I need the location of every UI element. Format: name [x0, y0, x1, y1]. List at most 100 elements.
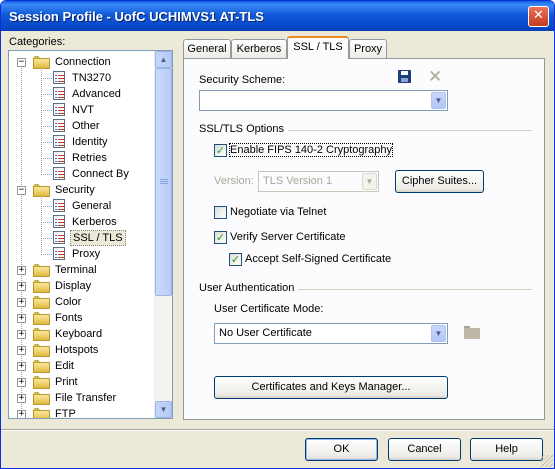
tab-general[interactable]: General [183, 39, 231, 58]
folder-icon [33, 280, 50, 293]
verify-server-checkbox[interactable]: ✓ [214, 231, 227, 244]
tree-item-file-transfer[interactable]: + File Transfer [9, 390, 155, 406]
tree-item-color[interactable]: + Color [9, 294, 155, 310]
chevron-down-icon[interactable]: ▼ [431, 92, 446, 109]
expand-icon[interactable]: + [17, 362, 26, 371]
version-select[interactable]: TLS Version 1 ▼ [258, 171, 379, 192]
page-bullet [55, 222, 57, 223]
expand-icon[interactable]: + [17, 394, 26, 403]
tree-item-fonts[interactable]: + Fonts [9, 310, 155, 326]
tree-connector [41, 142, 53, 143]
page-line [58, 241, 64, 242]
expand-icon[interactable]: + [17, 346, 26, 355]
help-button[interactable]: Help [470, 438, 543, 461]
security-scheme-select[interactable]: ▼ [199, 90, 448, 111]
expand-icon[interactable]: + [17, 298, 26, 307]
expand-icon[interactable]: + [17, 266, 26, 275]
settings-page-icon [53, 167, 65, 180]
expand-icon[interactable]: + [17, 378, 26, 387]
tree-item-proxy[interactable]: Proxy [9, 246, 155, 262]
tree-scrollbar[interactable]: ▲ ▼ [154, 51, 172, 418]
tree-item-other[interactable]: Other [9, 118, 155, 134]
scroll-up-button[interactable]: ▲ [155, 51, 172, 68]
collapse-icon[interactable]: − [17, 58, 26, 67]
folder-icon [33, 296, 50, 309]
folder-body [33, 362, 50, 373]
page-line [58, 158, 64, 159]
tree-connector [41, 174, 53, 175]
tree-item-label: Terminal [55, 264, 97, 276]
page-line [58, 78, 64, 79]
expand-icon[interactable]: + [17, 410, 26, 418]
tree-item-hotspots[interactable]: + Hotspots [9, 342, 155, 358]
chevron-down-icon[interactable]: ▼ [431, 325, 446, 342]
page-line [58, 251, 64, 252]
tree-item-general[interactable]: General [9, 198, 155, 214]
tree-item-label: Kerberos [72, 216, 117, 228]
cipher-suites-button[interactable]: Cipher Suites... [395, 170, 484, 193]
page-bullet [55, 203, 57, 204]
folder-icon[interactable] [464, 326, 480, 339]
tab-proxy[interactable]: Proxy [349, 39, 387, 58]
close-icon[interactable]: ✕ [528, 6, 549, 27]
tree-item-terminal[interactable]: + Terminal [9, 262, 155, 278]
expand-icon[interactable]: + [17, 282, 26, 291]
folder-icon [33, 344, 50, 357]
folder-body [33, 298, 50, 309]
delete-icon[interactable]: ✕ [428, 67, 442, 87]
page-line [58, 174, 64, 175]
settings-page-icon [53, 199, 65, 212]
negotiate-telnet-checkbox[interactable] [214, 206, 227, 219]
accept-self-signed-checkbox[interactable]: ✓ [229, 253, 242, 266]
page-bullet [55, 238, 57, 239]
verify-server-label[interactable]: Verify Server Certificate [230, 231, 346, 243]
tree-item-retries[interactable]: Retries [9, 150, 155, 166]
page-bullet [55, 225, 57, 226]
chevron-down-icon[interactable]: ▼ [362, 173, 377, 190]
tree-item-advanced[interactable]: Advanced [9, 86, 155, 102]
folder-body [33, 314, 50, 325]
tree-item-ftp[interactable]: + FTP [9, 406, 155, 418]
scroll-thumb[interactable] [155, 68, 172, 296]
expand-icon[interactable]: + [17, 330, 26, 339]
collapse-icon[interactable]: − [17, 186, 26, 195]
tree-item-keyboard[interactable]: + Keyboard [9, 326, 155, 342]
tree-item-security[interactable]: − Security [9, 182, 155, 198]
page-bullet [55, 91, 57, 92]
tree-item-nvt[interactable]: NVT [9, 102, 155, 118]
tree-item-print[interactable]: + Print [9, 374, 155, 390]
fips-checkbox[interactable]: ✓ [214, 144, 227, 157]
tree-item-ssl-tls[interactable]: SSL / TLS [9, 230, 155, 246]
tree-item-connect-by[interactable]: Connect By [9, 166, 155, 182]
accept-self-signed-label[interactable]: Accept Self-Signed Certificate [245, 253, 391, 265]
cert-mode-select[interactable]: No User Certificate ▼ [214, 323, 448, 344]
fips-label[interactable]: Enable FIPS 140-2 Cryptography [228, 143, 394, 157]
negotiate-telnet-label[interactable]: Negotiate via Telnet [230, 206, 326, 218]
tree-item-kerberos[interactable]: Kerberos [9, 214, 155, 230]
page-line [58, 142, 64, 143]
tree-item-label: NVT [72, 104, 94, 116]
page-bullet [55, 177, 57, 178]
tree-item-display[interactable]: + Display [9, 278, 155, 294]
cancel-button[interactable]: Cancel [388, 438, 461, 461]
expand-icon[interactable]: + [17, 314, 26, 323]
page-line [58, 97, 64, 98]
tab-kerberos[interactable]: Kerberos [231, 39, 287, 58]
tree-item-connection[interactable]: − Connection [9, 54, 155, 70]
tab-ssl-tls[interactable]: SSL / TLS [287, 36, 349, 59]
folder-icon [33, 360, 50, 373]
page-line [58, 129, 64, 130]
title-bar[interactable]: Session Profile - UofC UCHIMVS1 AT-TLS ✕ [1, 1, 554, 31]
tree-item-tn3270[interactable]: TN3270 [9, 70, 155, 86]
tree-item-identity[interactable]: Identity [9, 134, 155, 150]
ok-button[interactable]: OK [305, 438, 378, 461]
tree-item-label: TN3270 [72, 72, 112, 84]
categories-tree[interactable]: − Connection TN3270 Advanced NVT Other Identit… [8, 50, 173, 419]
folder-body [33, 378, 50, 389]
certificates-keys-manager-button[interactable]: Certificates and Keys Manager... [214, 376, 448, 399]
resize-grip[interactable] [541, 455, 553, 467]
scroll-down-button[interactable]: ▼ [155, 401, 172, 418]
tree-item-edit[interactable]: + Edit [9, 358, 155, 374]
page-bullet [55, 107, 57, 108]
save-icon[interactable] [398, 70, 411, 83]
